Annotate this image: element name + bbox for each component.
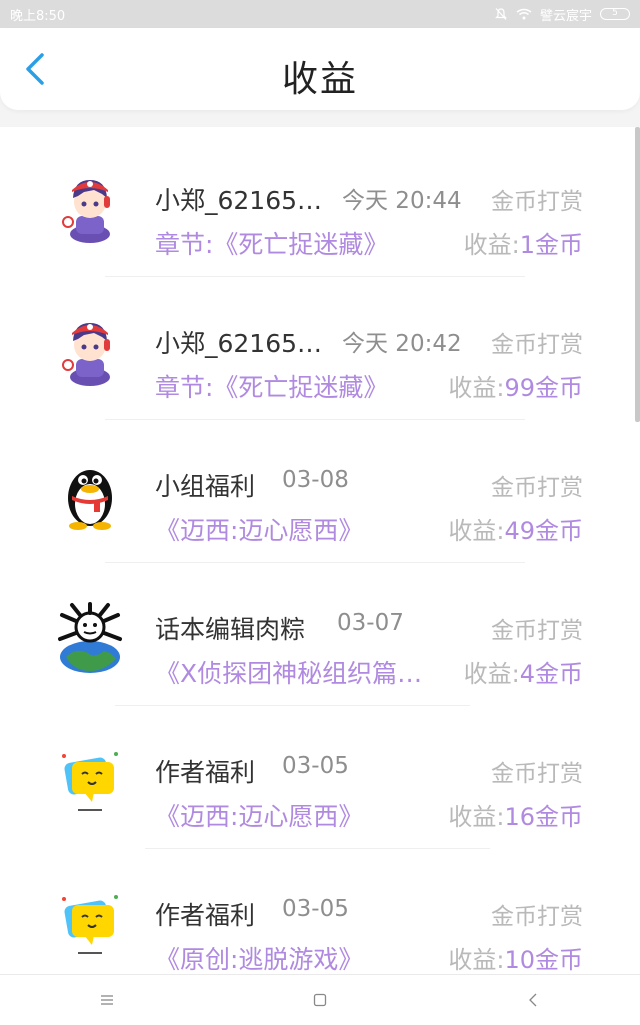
income-amount: 收益:16金币 [448, 797, 583, 832]
list-item[interactable]: 小组福利 03-08 金币打赏 《迈西:迈心愿西》 收益:49金币 [0, 420, 640, 563]
page-title: 收益 [281, 59, 358, 100]
income-label: 收益: [463, 660, 520, 688]
anime-avatar-icon [62, 323, 110, 386]
battery-level: 5 [612, 8, 618, 18]
list-item[interactable]: 小郑_62165… 今天 20:44 金币打赏 章节:《死亡捉迷藏》 收益:1金… [0, 134, 640, 277]
home-square-icon [313, 993, 327, 1007]
home-button[interactable] [300, 980, 340, 1020]
reward-time: 今天 20:44 [342, 188, 462, 214]
status-bar: 晚上8:50 譬云宸宇 5 [0, 0, 640, 28]
income-label: 收益: [448, 374, 505, 402]
income-value: 10金币 [504, 946, 583, 974]
status-time: 晚上8:50 [10, 8, 66, 24]
penguin-avatar-icon [68, 470, 112, 530]
income-list[interactable]: 小郑_62165… 今天 20:44 金币打赏 章节:《死亡捉迷藏》 收益:1金… [0, 127, 640, 974]
income-label: 收益: [448, 946, 505, 974]
anime-avatar-icon [62, 180, 110, 243]
wifi-icon [516, 8, 532, 20]
chapter-title: 《迈西:迈心愿西》 [155, 516, 364, 545]
reward-time: 03-07 [337, 610, 404, 636]
reward-time: 今天 20:42 [342, 331, 462, 357]
sender-name: 小郑_62165… [155, 329, 323, 358]
list-item[interactable]: 小郑_62165… 今天 20:42 金币打赏 章节:《死亡捉迷藏》 收益:99… [0, 277, 640, 420]
income-amount: 收益:4金币 [464, 654, 583, 689]
back-arrow-icon [529, 993, 537, 1007]
sender-name: 小郑_62165… [155, 186, 323, 215]
system-nav-bar [0, 974, 640, 1025]
sender-name: 话本编辑肉粽 [155, 615, 306, 644]
header: 收益 [0, 28, 640, 110]
list-item[interactable]: 作者福利 03-05 金币打赏 《迈西:迈心愿西》 收益:16金币 [0, 706, 640, 849]
list-item[interactable]: 话本编辑肉粽 03-07 金币打赏 《X侦探团神秘组织篇… 收益:4金币 [0, 563, 640, 706]
menu-button[interactable] [87, 980, 127, 1020]
income-label: 收益: [448, 803, 505, 831]
reward-type: 金币打赏 [491, 904, 583, 930]
sender-name: 作者福利 [155, 758, 256, 787]
income-amount: 收益:49金币 [448, 511, 583, 546]
carrier-name: 譬云宸宇 [539, 8, 592, 24]
income-label: 收益: [463, 231, 520, 259]
chapter-title: 章节:《死亡捉迷藏》 [155, 230, 389, 259]
sender-name: 作者福利 [155, 901, 256, 930]
reward-type: 金币打赏 [491, 761, 583, 787]
chapter-title: 《X侦探团神秘组织篇… [155, 659, 423, 688]
mute-icon [495, 8, 507, 20]
income-amount: 收益:10金币 [448, 940, 583, 974]
income-value: 16金币 [504, 803, 583, 831]
earth-avatar-icon [58, 602, 122, 673]
menu-icon [100, 995, 113, 1005]
income-label: 收益: [448, 517, 505, 545]
chapter-title: 章节:《死亡捉迷藏》 [155, 373, 389, 402]
status-icons: 譬云宸宇 5 [494, 5, 630, 24]
income-value: 1金币 [519, 231, 583, 259]
chat-bubble-avatar-icon [62, 895, 118, 954]
reward-time: 03-05 [282, 753, 349, 779]
income-amount: 收益:99金币 [448, 368, 583, 403]
sender-name: 小组福利 [155, 472, 256, 501]
battery-icon: 5 [600, 8, 630, 20]
list-item[interactable]: 作者福利 03-05 金币打赏 《原创:逃脱游戏》 收益:10金币 [0, 849, 640, 974]
chat-bubble-avatar-icon [62, 752, 118, 811]
income-amount: 收益:1金币 [464, 225, 583, 260]
reward-type: 金币打赏 [491, 189, 583, 215]
reward-time: 03-08 [282, 467, 349, 493]
income-value: 99金币 [504, 374, 583, 402]
income-value: 4金币 [519, 660, 583, 688]
reward-time: 03-05 [282, 896, 349, 922]
income-value: 49金币 [504, 517, 583, 545]
reward-type: 金币打赏 [491, 618, 583, 644]
reward-type: 金币打赏 [491, 475, 583, 501]
chapter-title: 《迈西:迈心愿西》 [155, 802, 364, 831]
reward-type: 金币打赏 [491, 332, 583, 358]
system-back-button[interactable] [513, 980, 553, 1020]
chapter-title: 《原创:逃脱游戏》 [155, 945, 364, 974]
